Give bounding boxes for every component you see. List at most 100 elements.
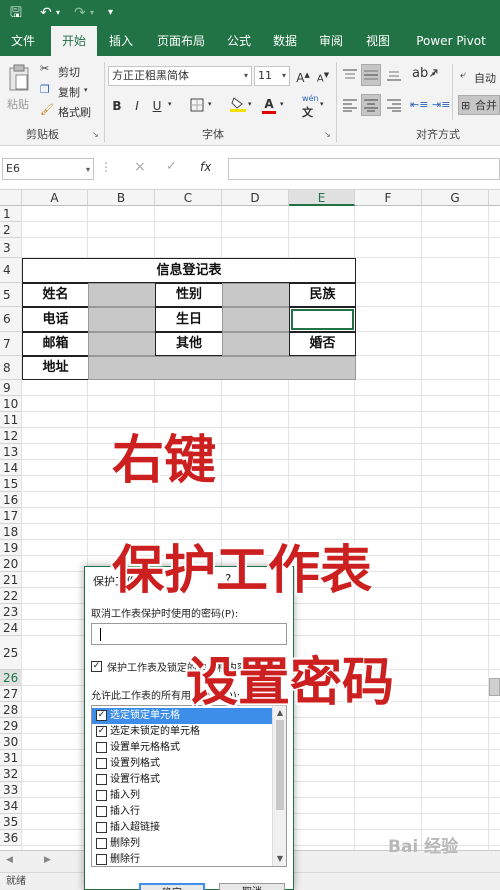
label-ethnicity[interactable]: 民族 — [289, 283, 356, 307]
row-header-26[interactable]: 26 — [0, 670, 22, 686]
input-other[interactable] — [222, 332, 290, 356]
row-header-20[interactable]: 20 — [0, 556, 22, 572]
row-header-32[interactable]: 32 — [0, 766, 22, 782]
clipboard-launcher-icon[interactable]: ↘ — [92, 130, 99, 139]
borders-icon[interactable] — [190, 98, 204, 112]
tab-view[interactable]: 视图 — [356, 26, 400, 56]
increase-font-size-button[interactable]: A▲ — [294, 65, 312, 88]
cancel-button[interactable]: 取消 — [219, 883, 285, 890]
row-header-4[interactable]: 4 — [0, 258, 22, 283]
merge-center-button[interactable]: ⊞ 合并 — [458, 95, 500, 115]
row-header-25[interactable]: 25 — [0, 636, 22, 670]
label-birthday[interactable]: 生日 — [155, 307, 223, 332]
font-color-dropdown-icon[interactable]: ▾ — [280, 100, 284, 108]
permission-checkbox[interactable] — [96, 822, 107, 833]
scroll-thumb[interactable] — [276, 720, 284, 810]
paste-button[interactable]: 粘贴 — [4, 62, 34, 116]
input-gender[interactable] — [222, 283, 290, 307]
format-painter-icon[interactable]: 🖌 — [40, 103, 54, 116]
vertical-scroll-thumb[interactable] — [489, 678, 500, 696]
font-name-select[interactable]: 方正正粗黑简体 ▾ — [108, 66, 252, 86]
enter-icon[interactable]: ✓ — [166, 159, 177, 174]
undo-dropdown-icon[interactable]: ▾ — [56, 4, 60, 22]
input-email[interactable] — [88, 332, 156, 356]
permission-item[interactable]: 删除列 — [92, 836, 272, 852]
row-header-9[interactable]: 9 — [0, 380, 22, 396]
row-header-13[interactable]: 13 — [0, 444, 22, 460]
undo-icon[interactable]: ↶ — [40, 4, 52, 22]
column-header-e[interactable]: E — [289, 190, 355, 206]
input-birthday[interactable] — [222, 307, 290, 332]
row-header-35[interactable]: 35 — [0, 814, 22, 830]
save-icon[interactable]: 🖫 — [10, 4, 22, 22]
label-other[interactable]: 其他 — [155, 332, 223, 356]
row-header-27[interactable]: 27 — [0, 686, 22, 702]
cut-icon[interactable]: ✂ — [40, 62, 49, 75]
align-right-icon[interactable] — [386, 98, 402, 112]
align-center-button[interactable] — [361, 94, 381, 116]
format-painter-label[interactable]: 格式刷 — [58, 104, 91, 120]
align-top-icon[interactable] — [342, 68, 358, 82]
permission-checkbox[interactable] — [96, 806, 107, 817]
font-size-select[interactable]: 11 ▾ — [254, 66, 290, 86]
decrease-font-size-button[interactable]: A▼ — [314, 65, 332, 89]
underline-dropdown-icon[interactable]: ▾ — [168, 100, 172, 108]
row-header-21[interactable]: 21 — [0, 572, 22, 588]
fill-color-dropdown-icon[interactable]: ▾ — [248, 100, 252, 108]
column-header-b[interactable]: B — [88, 190, 155, 206]
row-header-17[interactable]: 17 — [0, 508, 22, 524]
permission-item[interactable]: 设置单元格格式 — [92, 740, 272, 756]
column-header-f[interactable]: F — [355, 190, 422, 206]
permission-checkbox[interactable] — [96, 758, 107, 769]
permission-checkbox[interactable] — [96, 854, 107, 865]
input-name[interactable] — [88, 283, 156, 307]
tab-review[interactable]: 审阅 — [310, 26, 352, 56]
borders-dropdown-icon[interactable]: ▾ — [208, 100, 212, 108]
protect-sheet-checkbox[interactable]: ✓ — [91, 661, 102, 672]
row-header-3[interactable]: 3 — [0, 238, 22, 258]
permissions-list[interactable]: ✓ 选定锁定单元格 ✓ 选定未锁定的单元格 设置单元格格式 设置列格式 设置行格式 插入列 插入… — [91, 705, 287, 867]
tab-page-layout[interactable]: 页面布局 — [148, 26, 214, 56]
row-header-6[interactable]: 6 — [0, 307, 22, 332]
permission-item[interactable]: 设置行格式 — [92, 772, 272, 788]
ok-button[interactable]: 确定 — [139, 883, 205, 890]
permission-checkbox[interactable] — [96, 774, 107, 785]
permission-item[interactable]: ✓ 选定未锁定的单元格 — [92, 724, 272, 740]
column-header-c[interactable]: C — [155, 190, 222, 206]
permission-item[interactable]: 插入超链接 — [92, 820, 272, 836]
row-header-10[interactable]: 10 — [0, 396, 22, 412]
column-header-h-partial[interactable] — [489, 190, 500, 206]
row-header-16[interactable]: 16 — [0, 492, 22, 508]
name-box[interactable]: E6 ▾ — [2, 158, 94, 180]
phonetic-char[interactable]: 文 — [302, 104, 313, 120]
select-all-corner[interactable] — [0, 190, 22, 206]
label-email[interactable]: 邮箱 — [22, 332, 89, 356]
copy-dropdown-icon[interactable]: ▾ — [84, 86, 88, 94]
permission-checkbox[interactable] — [96, 838, 107, 849]
active-cell-e6[interactable] — [291, 309, 354, 330]
tab-home[interactable]: 开始 — [51, 26, 97, 56]
copy-icon[interactable]: ❐ — [40, 83, 50, 96]
permissions-scrollbar[interactable]: ▲ ▼ — [272, 706, 286, 866]
orientation-dropdown-icon[interactable]: ▾ — [432, 70, 436, 78]
underline-button[interactable]: U — [150, 96, 164, 116]
phonetic-dropdown-icon[interactable]: ▾ — [320, 100, 324, 108]
permission-checkbox[interactable]: ✓ — [96, 726, 107, 737]
label-phone[interactable]: 电话 — [22, 307, 89, 332]
label-married[interactable]: 婚否 — [289, 332, 356, 356]
row-header-18[interactable]: 18 — [0, 524, 22, 540]
align-middle-button[interactable] — [361, 64, 381, 86]
row-header-28[interactable]: 28 — [0, 702, 22, 718]
row-header-5[interactable]: 5 — [0, 283, 22, 307]
tab-data[interactable]: 数据 — [264, 26, 306, 56]
input-phone[interactable] — [88, 307, 156, 332]
wrap-text-icon[interactable]: ⤶ — [460, 68, 466, 82]
row-header-7[interactable]: 7 — [0, 332, 22, 356]
tab-formulas[interactable]: 公式 — [218, 26, 260, 56]
row-header-22[interactable]: 22 — [0, 588, 22, 604]
customize-quick-access-icon[interactable]: ▾ — [108, 4, 113, 22]
redo-icon[interactable]: ↷ — [74, 4, 86, 22]
row-header-31[interactable]: 31 — [0, 750, 22, 766]
insert-function-icon[interactable]: fx — [200, 160, 211, 174]
row-header-34[interactable]: 34 — [0, 798, 22, 814]
